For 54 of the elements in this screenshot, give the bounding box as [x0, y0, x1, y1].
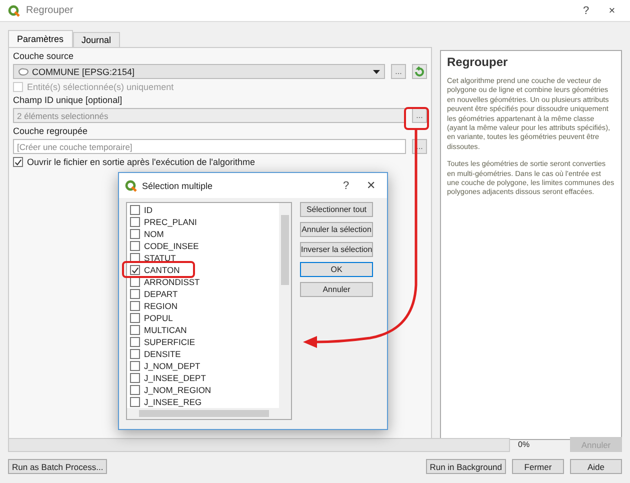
- field-item[interactable]: DEPART: [130, 288, 275, 300]
- help-title: Regrouper: [447, 55, 509, 69]
- field-item[interactable]: ID: [130, 204, 275, 216]
- field-item[interactable]: J_NOM_REGION: [130, 384, 275, 396]
- field-item[interactable]: J_INSEE_DEPT: [130, 372, 275, 384]
- dialog-title: Sélection multiple: [142, 180, 214, 190]
- dialog-button[interactable]: Annuler la sélection: [300, 222, 373, 237]
- qgis-logo-icon: [8, 4, 20, 16]
- field-item[interactable]: DENSITE: [130, 348, 275, 360]
- field-item[interactable]: REGION: [130, 300, 275, 312]
- progress-reading: 0%: [518, 440, 531, 449]
- checkmark-icon: [14, 159, 22, 166]
- field-item[interactable]: STATUT: [130, 252, 275, 264]
- field-item[interactable]: ARRONDISST: [130, 276, 275, 288]
- field-item[interactable]: PREC_PLANI: [130, 216, 275, 228]
- batch-button[interactable]: Run as Batch Process...: [8, 459, 108, 474]
- dialog-button[interactable]: Run in Background: [426, 459, 506, 474]
- dialog-button[interactable]: Fermer: [512, 459, 564, 474]
- field-item[interactable]: MULTICAN: [130, 324, 275, 336]
- field-item[interactable]: J_INSEE_REG: [130, 396, 275, 408]
- dialog-button[interactable]: Annuler: [300, 282, 373, 297]
- scrollbar-thumb[interactable]: [281, 215, 289, 285]
- field-label: Couche source: [13, 51, 75, 61]
- highlight-frame: [404, 107, 429, 130]
- close-button[interactable]: ×: [602, 4, 622, 16]
- field-label: Couche regroupée: [13, 126, 89, 136]
- browse-button[interactable]: ...: [412, 108, 427, 123]
- dialog-button[interactable]: Aide: [570, 459, 622, 474]
- tab[interactable]: Journal: [72, 32, 120, 47]
- dropdown-arrow-icon: [373, 70, 380, 74]
- output-field[interactable]: [Créer une couche temporaire]: [13, 139, 406, 154]
- checkmark-icon: [132, 267, 139, 274]
- refresh-icon[interactable]: [412, 64, 427, 79]
- polygon-icon: [18, 68, 29, 76]
- help-button[interactable]: ?: [336, 180, 356, 192]
- window-title: Regrouper: [26, 5, 74, 16]
- browse-button[interactable]: ...: [391, 64, 406, 79]
- dialog-button[interactable]: Sélectionner tout: [300, 202, 373, 217]
- help-button[interactable]: ?: [576, 4, 596, 16]
- scrollbar-thumb[interactable]: [139, 410, 269, 417]
- field-item[interactable]: SUPERFICIE: [130, 336, 275, 348]
- tab[interactable]: Paramètres: [8, 30, 73, 47]
- layer-dropdown[interactable]: COMMUNE [EPSG:2154]: [13, 64, 385, 79]
- close-button[interactable]: ✕: [361, 179, 381, 192]
- field-item[interactable]: NOM: [130, 228, 275, 240]
- field-item[interactable]: CODE_INSEE: [130, 240, 275, 252]
- field-item[interactable]: POPUL: [130, 312, 275, 324]
- qgis-logo-icon: [125, 180, 137, 192]
- open-output-checkbox[interactable]: Ouvrir le fichier en sortie après l'exécution de l'algorithme: [13, 157, 427, 167]
- field-label: Champ ID unique [optional]: [13, 95, 124, 105]
- dialog-button[interactable]: OK: [300, 262, 373, 277]
- field-item[interactable]: J_NOM_DEPT: [130, 360, 275, 372]
- field-item[interactable]: CANTON: [130, 264, 275, 276]
- dialog-button[interactable]: Inverser la sélection: [300, 242, 373, 257]
